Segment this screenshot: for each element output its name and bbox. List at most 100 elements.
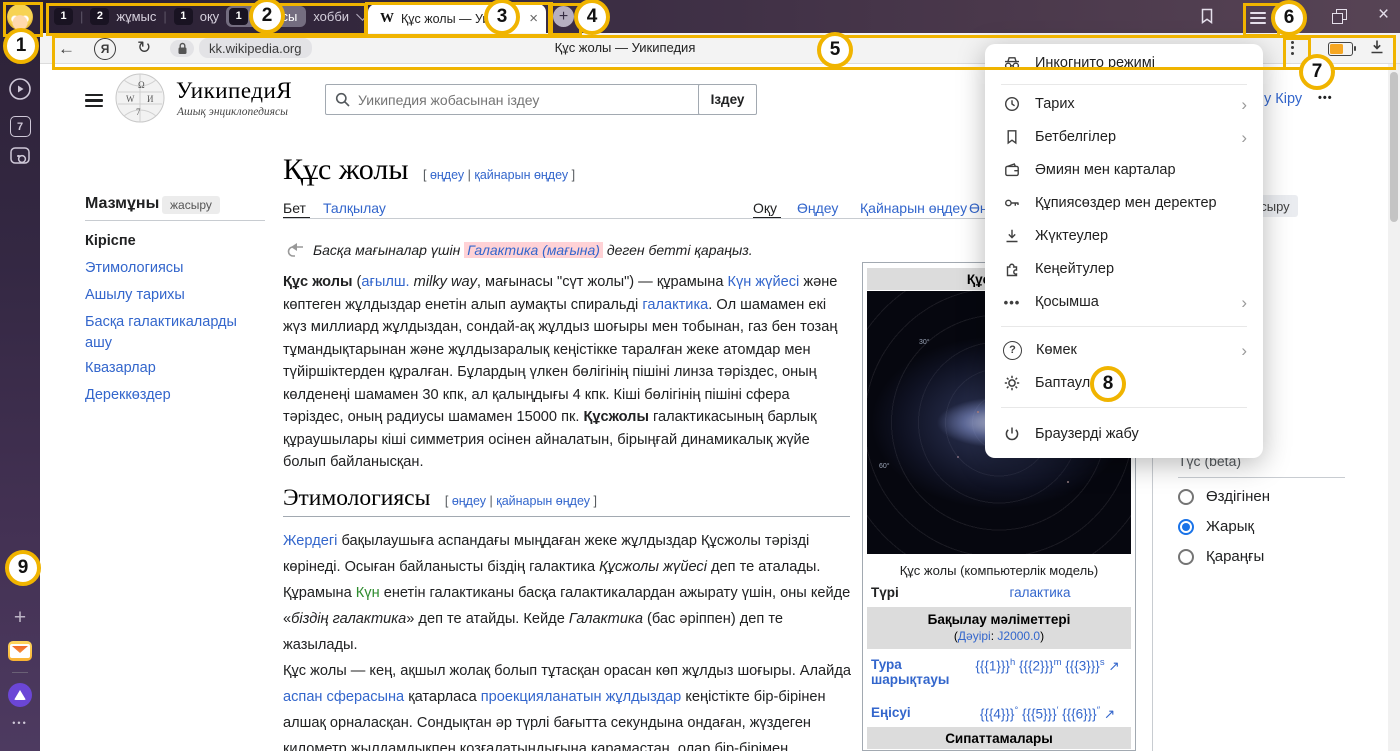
screenshot-icon[interactable] xyxy=(0,146,40,168)
annotation-circle-7: 7 xyxy=(1299,54,1335,90)
radio-icon[interactable] xyxy=(1178,519,1194,535)
radio-icon[interactable] xyxy=(1178,489,1194,505)
tab-group-work-count[interactable]: 2 xyxy=(90,8,109,25)
redirect-icon xyxy=(283,243,305,257)
new-tab-button[interactable]: + xyxy=(553,6,574,27)
login-link[interactable]: у Кіру xyxy=(1264,91,1302,107)
radio-option-auto[interactable]: Өздігінен xyxy=(1178,488,1270,505)
infobox-caption: Құс жолы (компьютерлік модель) xyxy=(867,563,1131,578)
wikipedia-globe-logo[interactable]: Ω W И 7 xyxy=(114,72,166,129)
menu-item-bookmarks[interactable]: Бетбелгілер › xyxy=(985,122,1263,152)
tab-read[interactable]: Оқу xyxy=(753,200,777,216)
tab-group-study-label[interactable]: оқу xyxy=(200,9,219,24)
lock-icon[interactable] xyxy=(170,40,194,57)
yandex-mail-icon[interactable] xyxy=(0,641,40,661)
tab-groups-bar: 1 | 2 жұмыс | 1 оқу 1 отбасы хобби xyxy=(54,4,367,28)
svg-text:Ω: Ω xyxy=(138,80,145,90)
annotation-circle-1: 1 xyxy=(3,28,39,64)
browser-left-sidebar: 7 + ••• xyxy=(0,0,40,751)
wiki-wordmark[interactable]: УикипедиЯ xyxy=(176,78,292,104)
menu-item-passwords[interactable]: Құпиясөздер мен деректер xyxy=(985,188,1263,218)
tab-group-study-count[interactable]: 1 xyxy=(174,8,193,25)
tab-edit-source[interactable]: Қайнарын өңдеу xyxy=(860,200,967,216)
infobox-dec-row: Еңісуі {{{4}}}° {{{5}}}′ {{{6}}}″ ↗ xyxy=(871,705,1129,723)
chevron-right-icon: › xyxy=(1241,129,1247,146)
tab-group-hobby-label[interactable]: хобби xyxy=(313,9,349,24)
chevron-right-icon: › xyxy=(1241,294,1247,311)
download-icon xyxy=(1003,227,1021,245)
close-window-icon[interactable]: × xyxy=(1378,4,1389,26)
toc-divider xyxy=(85,220,265,221)
tab-close-icon[interactable]: × xyxy=(529,10,538,27)
sidebar-more-dots-icon[interactable]: ••• xyxy=(0,718,40,728)
restore-window-icon[interactable] xyxy=(1336,9,1347,20)
menu-item-incognito[interactable]: Инкогнито режимі xyxy=(985,48,1263,78)
search-input[interactable] xyxy=(356,91,670,109)
toc-title: Мазмұны xyxy=(85,195,159,213)
annotation-circle-8: 8 xyxy=(1090,366,1126,402)
browser-window: 7 + ••• 1 | 2 жұмыс | 1 оқу 1 отбасы хоб… xyxy=(0,0,1400,751)
toc-hide-button[interactable]: жасыру xyxy=(162,196,220,214)
menu-divider xyxy=(1001,407,1247,408)
wiki-search-box[interactable] xyxy=(325,84,701,115)
sidebar-add-button[interactable]: + xyxy=(0,606,40,630)
toc-item-discovery[interactable]: Ашылу тарихы xyxy=(85,285,185,306)
power-icon xyxy=(1003,425,1021,443)
key-icon xyxy=(1003,194,1021,212)
tab-page[interactable]: Бет xyxy=(283,200,306,216)
url-field[interactable]: kk.wikipedia.org xyxy=(199,38,312,58)
wiki-menu-hamburger-icon[interactable] xyxy=(85,90,103,111)
toolbar-more-dots-icon[interactable] xyxy=(1291,39,1294,57)
menu-item-help[interactable]: ? Көмек › xyxy=(985,335,1263,365)
toc-item-other-galaxies[interactable]: Басқа галактикаларды ашу xyxy=(85,312,257,354)
video-play-icon[interactable] xyxy=(0,77,40,101)
article-title-block: Құс жолы [ өңдеу | қайнарын өңдеу ] xyxy=(283,153,575,187)
menu-item-history[interactable]: Тарих › xyxy=(985,89,1263,119)
section-edit-links[interactable]: [ өңдеу | қайнарын өңдеу ] xyxy=(445,494,597,508)
page-title-in-addressbar[interactable]: Құс жолы — Уикипедия xyxy=(450,40,800,55)
color-section-divider xyxy=(1178,477,1345,478)
tab-counter-badge[interactable]: 7 xyxy=(0,116,40,137)
menu-item-wallet[interactable]: Әмиян мен карталар xyxy=(985,155,1263,185)
tab-edit[interactable]: Өңдеу xyxy=(797,200,838,216)
battery-icon[interactable] xyxy=(1328,42,1353,56)
annotation-circle-3: 3 xyxy=(484,0,520,35)
radio-option-dark[interactable]: Қараңғы xyxy=(1178,548,1264,565)
svg-text:И: И xyxy=(147,94,154,104)
toc-item-quasars[interactable]: Квазарлар xyxy=(85,358,156,379)
help-icon: ? xyxy=(1003,341,1022,360)
chevron-right-icon: › xyxy=(1241,96,1247,113)
yandex-home-icon[interactable]: Я xyxy=(94,38,116,60)
alice-assistant-icon[interactable] xyxy=(0,683,40,707)
infobox-ra-row: Тура шарықтауы {{{1}}}h {{{2}}}m {{{3}}}… xyxy=(871,657,1129,687)
sidebar-divider xyxy=(12,672,28,673)
title-edit-links[interactable]: [ өңдеу | қайнарын өңдеу ] xyxy=(423,168,575,182)
menu-item-extensions[interactable]: Кеңейтулер xyxy=(985,254,1263,284)
etymology-paragraph-1: Жердегі бақылаушыға аспандағы мыңдаған ж… xyxy=(283,528,853,658)
side-panel-bookmark-icon[interactable] xyxy=(1198,7,1216,30)
tab-talk[interactable]: Талқылау xyxy=(323,200,386,216)
annotation-circle-4: 4 xyxy=(574,0,610,35)
history-clock-icon xyxy=(1003,95,1021,113)
hatnote: Басқа мағыналар үшін Галактика (мағына) … xyxy=(283,242,753,258)
personal-tools-dots-icon[interactable]: ••• xyxy=(1318,92,1333,104)
menu-item-downloads[interactable]: Жүктеулер xyxy=(985,221,1263,251)
radio-icon[interactable] xyxy=(1178,549,1194,565)
menu-item-more[interactable]: ••• Қосымша › xyxy=(985,287,1263,317)
menu-item-close-browser[interactable]: Браузерді жабу xyxy=(985,419,1263,449)
toc-item-intro[interactable]: Кіріспе xyxy=(85,231,136,252)
downloads-icon[interactable] xyxy=(1368,38,1386,61)
refresh-icon[interactable]: ↻ xyxy=(137,39,151,56)
toc-item-etymology[interactable]: Этимологиясы xyxy=(85,258,183,279)
back-icon[interactable]: ← xyxy=(58,40,75,57)
search-button[interactable]: Іздеу xyxy=(698,84,757,115)
tab-group-work-label[interactable]: жұмыс xyxy=(116,9,156,24)
scrollbar-thumb[interactable] xyxy=(1390,72,1398,222)
infobox-type-row: Түрі галактика xyxy=(871,585,1129,600)
radio-option-light[interactable]: Жарық xyxy=(1178,518,1254,535)
browser-menu-hamburger-icon[interactable] xyxy=(1250,9,1266,27)
profile-avatar[interactable] xyxy=(0,4,40,30)
chevron-right-icon: › xyxy=(1241,342,1247,359)
toc-item-sources[interactable]: Дереккөздер xyxy=(85,385,171,406)
tab-group-1[interactable]: 1 xyxy=(54,8,73,25)
